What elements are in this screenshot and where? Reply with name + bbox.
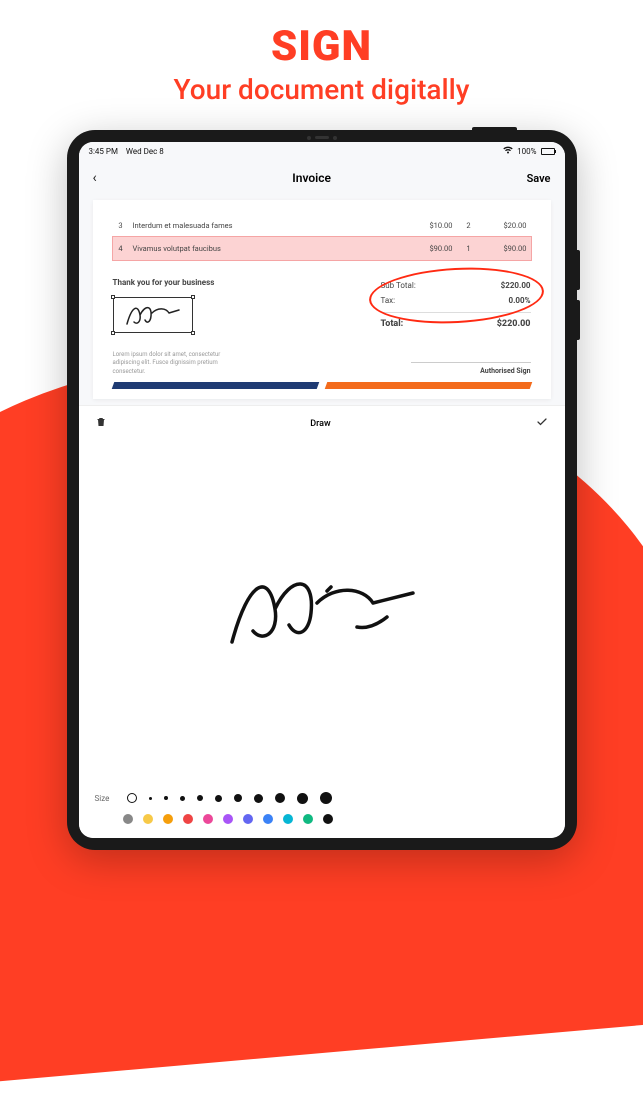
signature-placed[interactable]: [113, 297, 193, 333]
draw-mode-label: Draw: [310, 419, 330, 429]
battery-icon: [541, 148, 555, 155]
size-option[interactable]: [297, 793, 308, 804]
back-button[interactable]: ‹: [93, 170, 97, 186]
save-button[interactable]: Save: [527, 172, 551, 185]
size-option[interactable]: [164, 796, 168, 800]
wifi-icon: [503, 146, 513, 156]
nav-bar: ‹ Invoice Save: [79, 160, 565, 196]
page-title: Invoice: [292, 171, 331, 185]
color-swatch[interactable]: [283, 814, 293, 824]
color-swatch[interactable]: [143, 814, 153, 824]
invoice-note: Lorem ipsum dolor sit amet, consectetur …: [113, 351, 233, 376]
table-row-highlighted: 4 Vivamus volutpat faucibus $90.00 1 $90…: [113, 237, 531, 260]
invoice-document[interactable]: 3 Interdum et malesuada fames $10.00 2 $…: [93, 200, 551, 399]
brush-size-row: Size: [95, 792, 549, 804]
tablet-frame: 3:45 PM Wed Dec 8 100% ‹ Invoice Save 3: [67, 130, 577, 850]
size-option[interactable]: [320, 792, 332, 804]
color-swatch[interactable]: [183, 814, 193, 824]
color-swatch[interactable]: [163, 814, 173, 824]
headline-title: SIGN: [0, 22, 643, 71]
size-option[interactable]: [275, 793, 285, 803]
delete-signature-button[interactable]: [95, 416, 107, 431]
size-option[interactable]: [127, 793, 137, 803]
invoice-table: 3 Interdum et malesuada fames $10.00 2 $…: [113, 214, 531, 260]
authorised-sign-label: Authorised Sign: [411, 362, 531, 375]
footer-stripes: [113, 382, 531, 389]
size-option[interactable]: [215, 795, 222, 802]
color-swatch[interactable]: [323, 814, 333, 824]
status-bar: 3:45 PM Wed Dec 8 100%: [79, 142, 565, 160]
color-swatch[interactable]: [223, 814, 233, 824]
status-date: Wed Dec 8: [126, 147, 164, 156]
status-time: 3:45 PM: [89, 147, 118, 156]
size-option[interactable]: [234, 794, 242, 802]
size-option[interactable]: [149, 797, 152, 800]
headline-subtitle: Your document digitally: [0, 73, 643, 106]
confirm-signature-button[interactable]: [535, 416, 549, 431]
color-swatch[interactable]: [303, 814, 313, 824]
color-swatch[interactable]: [203, 814, 213, 824]
signature-small-icon: [123, 302, 183, 328]
color-swatch[interactable]: [243, 814, 253, 824]
thankyou-text: Thank you for your business: [113, 278, 369, 287]
table-row: 3 Interdum et malesuada fames $10.00 2 $…: [113, 214, 531, 237]
totals-box: Sub Total:$220.00 Tax:0.00% Total:$220.0…: [381, 278, 531, 376]
color-swatch[interactable]: [123, 814, 133, 824]
signature-drawing-icon: [217, 567, 427, 657]
size-option[interactable]: [180, 796, 185, 801]
size-option[interactable]: [197, 795, 203, 801]
size-label: Size: [95, 794, 110, 803]
signature-canvas[interactable]: [79, 441, 565, 782]
color-row: [95, 814, 549, 824]
size-option[interactable]: [254, 794, 263, 803]
color-swatch[interactable]: [263, 814, 273, 824]
signature-draw-panel: Draw Size: [79, 405, 565, 838]
battery-pct: 100%: [517, 147, 536, 156]
